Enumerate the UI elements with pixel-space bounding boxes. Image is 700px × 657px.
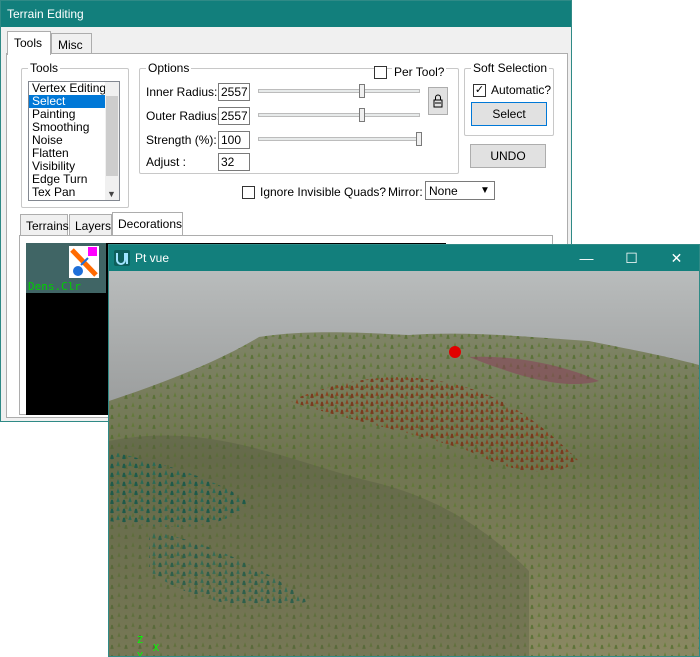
pt-vue-window: Pt vue — ☐ ✕ Z X xyxy=(108,244,700,657)
soft-select-button[interactable]: Select xyxy=(471,102,547,126)
tools-listbox[interactable]: Vertex Editing Select Painting Smoothing… xyxy=(28,81,120,201)
ignore-invisible-quads-label: Ignore Invisible Quads? xyxy=(260,185,387,199)
decoration-label: Dens.Clr xyxy=(28,280,81,293)
inner-radius-slider-thumb[interactable] xyxy=(359,84,365,98)
options-group-title: Options xyxy=(146,61,192,75)
adjust-field[interactable] xyxy=(218,153,250,171)
checkmark-icon: ✓ xyxy=(474,84,485,96)
strength-label: Strength (%): xyxy=(146,133,217,147)
selection-marker[interactable] xyxy=(449,346,461,358)
soft-selection-title: Soft Selection xyxy=(471,61,550,75)
mirror-select[interactable]: None ▼ xyxy=(425,181,495,200)
strength-slider-thumb[interactable] xyxy=(416,132,422,146)
automatic-checkbox[interactable]: ✓ xyxy=(473,84,486,97)
chevron-down-icon[interactable]: ▼ xyxy=(107,189,116,199)
mirror-value: None xyxy=(429,184,458,198)
per-tool-label: Per Tool? xyxy=(392,65,447,79)
tab-decorations[interactable]: Decorations xyxy=(112,212,183,236)
tab-layers[interactable]: Layers xyxy=(69,214,112,236)
automatic-label: Automatic? xyxy=(491,83,552,97)
window-title: Terrain Editing xyxy=(7,7,84,21)
app-icon xyxy=(114,250,130,266)
strength-field[interactable] xyxy=(218,131,250,149)
terrain-editing-titlebar[interactable]: Terrain Editing xyxy=(1,1,571,27)
per-tool-checkbox[interactable] xyxy=(374,66,387,79)
window-title: Pt vue xyxy=(135,251,170,265)
outer-radius-slider[interactable] xyxy=(258,113,420,117)
ignore-invisible-quads-checkbox[interactable] xyxy=(242,186,255,199)
options-group: Options Per Tool? Inner Radius: Outer Ra… xyxy=(139,61,459,174)
outer-radius-field[interactable] xyxy=(218,107,250,125)
tab-terrains[interactable]: Terrains xyxy=(20,214,69,236)
tools-group-title: Tools xyxy=(28,61,61,75)
3d-viewport[interactable]: Z X Y xyxy=(109,271,699,656)
decoration-thumbnail[interactable]: Dens.Clr xyxy=(26,243,106,293)
outer-radius-label: Outer Radius: xyxy=(146,109,221,123)
tools-group: Tools Vertex Editing Select Painting Smo… xyxy=(21,61,129,208)
mirror-label: Mirror: xyxy=(388,185,423,199)
axis-gizmo: Z X Y xyxy=(137,636,160,657)
undo-button[interactable]: UNDO xyxy=(470,144,546,168)
decoration-icon xyxy=(69,246,99,278)
pt-vue-titlebar[interactable]: Pt vue — ☐ ✕ xyxy=(109,245,699,271)
inner-radius-label: Inner Radius: xyxy=(146,85,218,99)
chevron-down-icon[interactable]: ▼ xyxy=(478,183,492,198)
outer-radius-slider-thumb[interactable] xyxy=(359,108,365,122)
maximize-icon[interactable]: ☐ xyxy=(609,245,654,271)
list-scroll-thumb[interactable] xyxy=(106,96,118,176)
lock-button[interactable] xyxy=(428,87,448,115)
close-icon[interactable]: ✕ xyxy=(654,245,699,271)
tab-tools[interactable]: Tools xyxy=(7,31,51,55)
terrain-render xyxy=(109,271,699,656)
soft-selection-group: Soft Selection ✓ Automatic? Select xyxy=(464,61,554,136)
list-scrollbar[interactable]: ▼ xyxy=(105,82,119,200)
axis-x-label: X xyxy=(153,643,160,654)
inner-radius-field[interactable] xyxy=(218,83,250,101)
minimize-icon[interactable]: — xyxy=(564,245,609,271)
inner-radius-slider[interactable] xyxy=(258,89,420,93)
adjust-label: Adjust : xyxy=(146,155,187,169)
strength-slider[interactable] xyxy=(258,137,420,141)
lock-icon xyxy=(433,94,443,108)
tab-misc[interactable]: Misc xyxy=(51,33,92,55)
